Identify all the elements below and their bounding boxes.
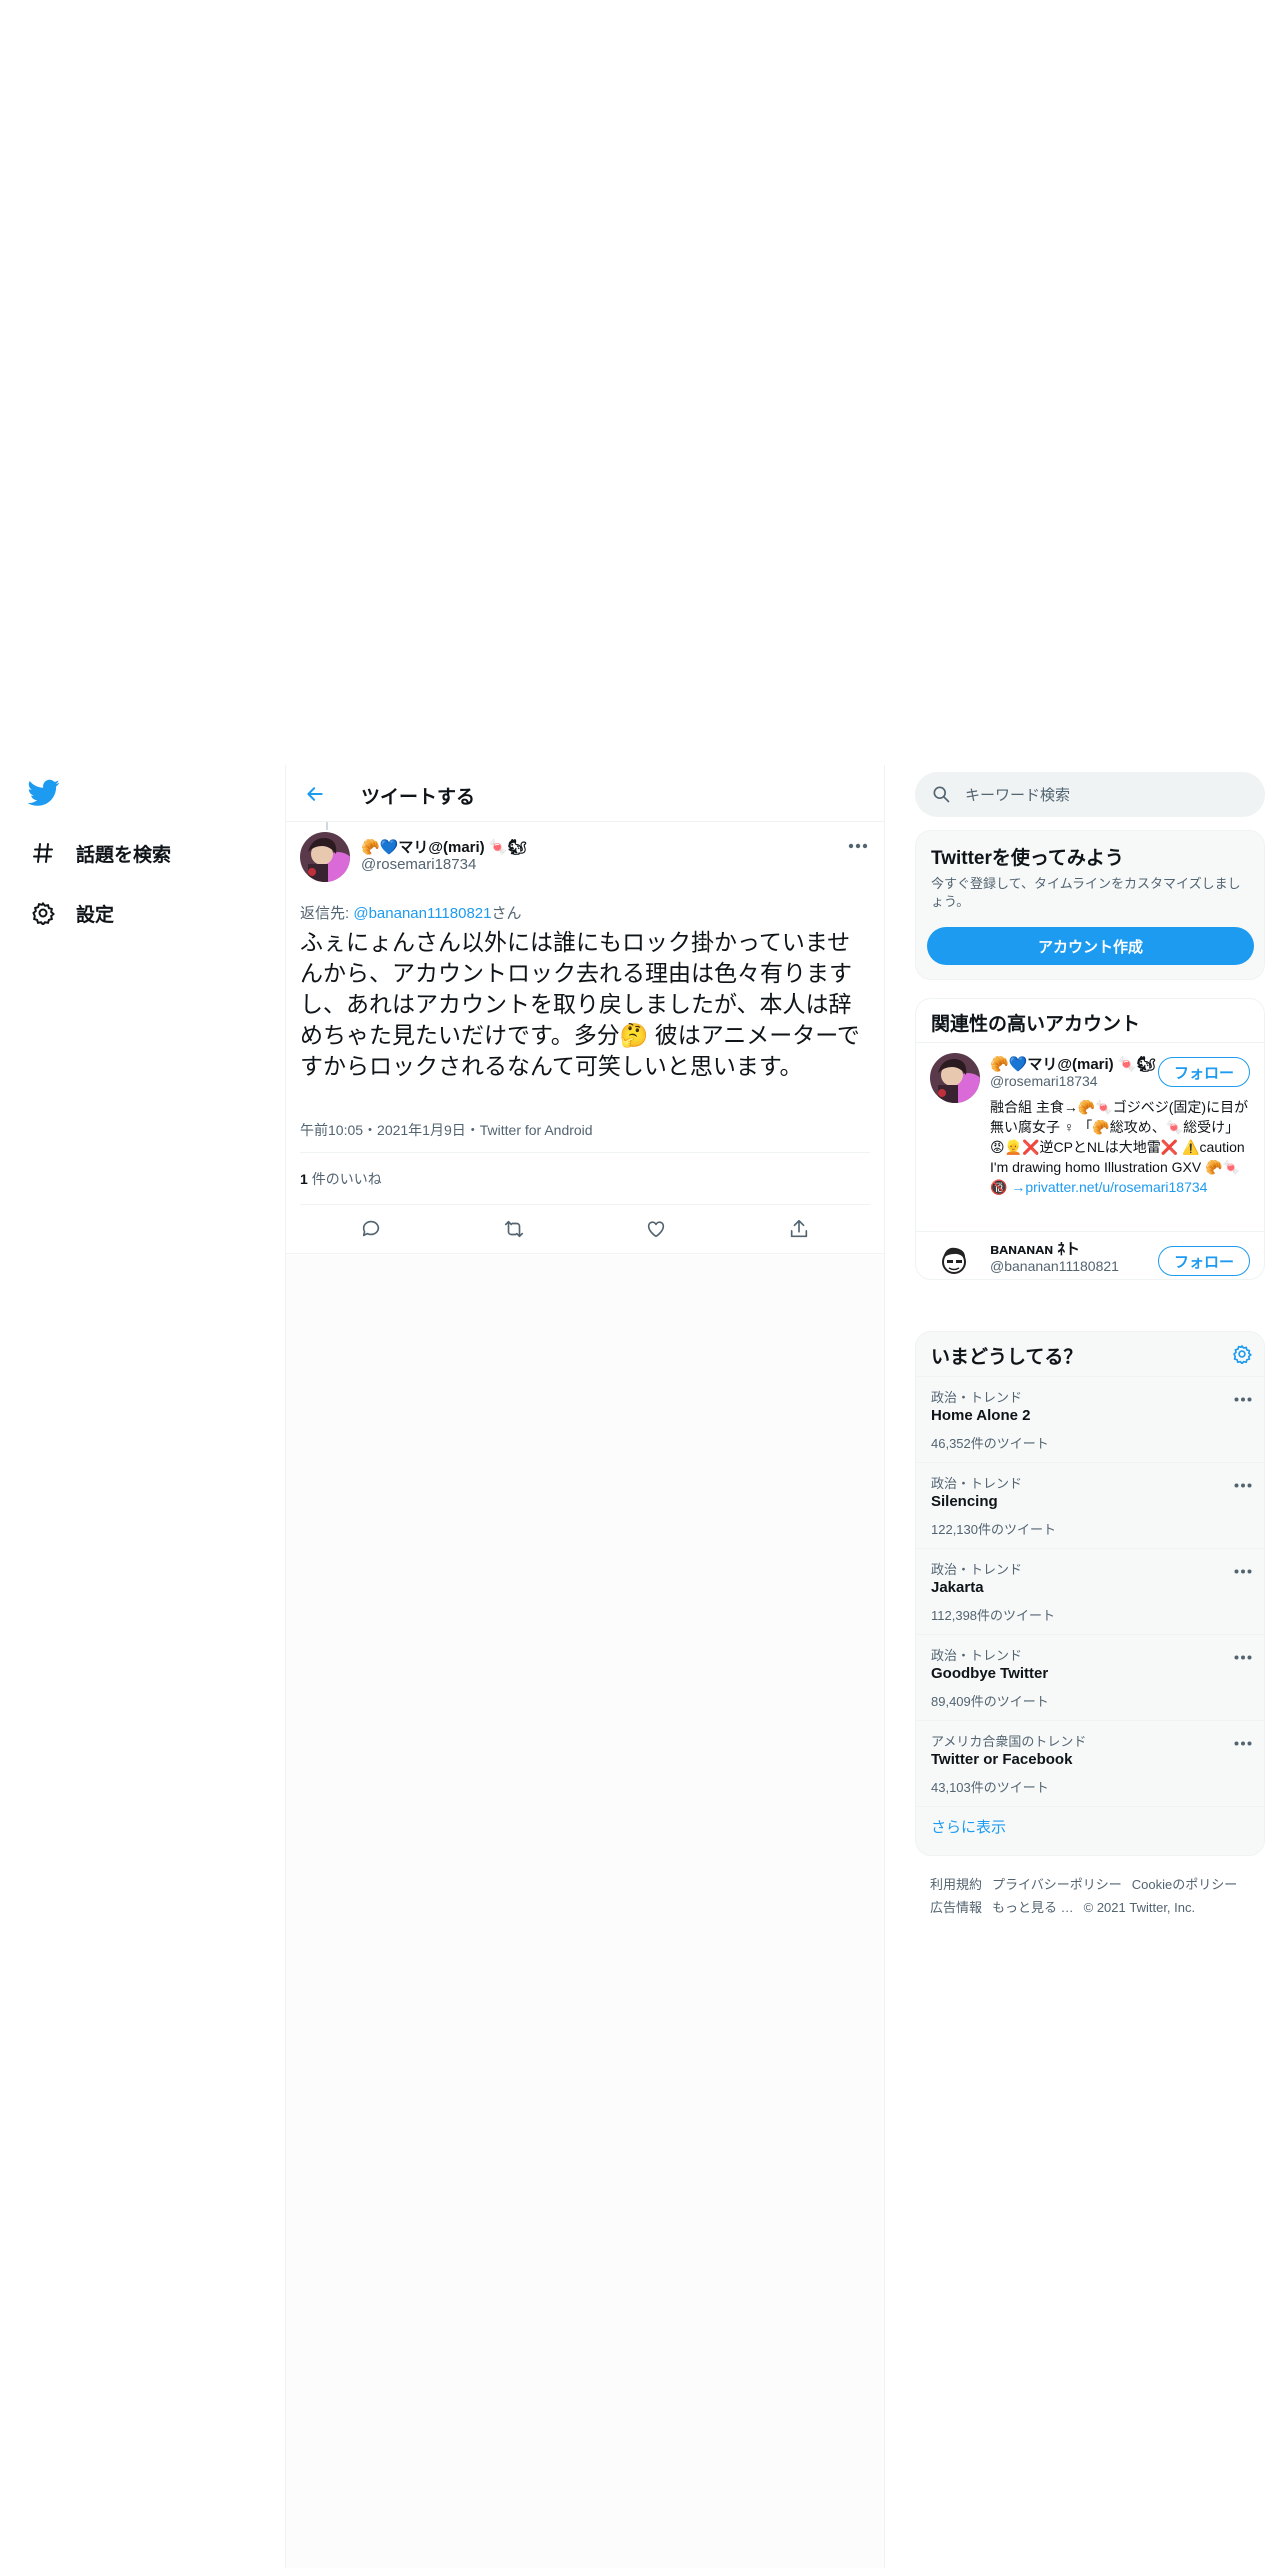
signup-title: Twitterを使ってみよう bbox=[931, 848, 1124, 869]
author-handle[interactable]: @rosemari18734 bbox=[361, 856, 476, 873]
trend-count: 43,103件のツイート bbox=[931, 1780, 1049, 1795]
search-input[interactable] bbox=[965, 782, 1245, 808]
avatar[interactable] bbox=[930, 1053, 980, 1103]
reply-context: 返信先: @bananan11180821さん bbox=[300, 902, 522, 923]
nav-settings-label: 設定 bbox=[76, 904, 115, 926]
trends-card: いまどうしてる？ 政治・トレンド Home Alone 2 46,352件のツイ… bbox=[915, 1331, 1265, 1856]
account-item[interactable]: 🥐💙マリ@(mari) 🍬🐿 @rosemari18734 フォロー 融合組 主… bbox=[916, 1043, 1264, 1231]
signup-description: 今すぐ登録して、タイムラインをカスタマイズしましょう。 bbox=[931, 876, 1241, 909]
footer-copyright: © 2021 Twitter, Inc. bbox=[1083, 1900, 1196, 1915]
trend-name: Jakarta bbox=[931, 1579, 984, 1596]
account-item[interactable]: ʙᴀɴᴀɴᴀɴ ﾈト @bananan11180821 □□ フォロー bbox=[916, 1231, 1264, 1279]
search-icon bbox=[931, 784, 951, 809]
back-arrow-icon[interactable] bbox=[300, 779, 330, 809]
share-icon[interactable] bbox=[779, 1209, 819, 1249]
hashtag-icon bbox=[28, 838, 58, 868]
related-title: 関連性の高いアカウント bbox=[931, 1014, 1141, 1035]
trend-item[interactable]: 政治・トレンド Silencing 122,130件のツイート bbox=[916, 1463, 1264, 1549]
trend-name: Silencing bbox=[931, 1493, 998, 1510]
account-name[interactable]: 🥐💙マリ@(mari) 🍬🐿 bbox=[990, 1053, 1156, 1074]
account-bio: □□ bbox=[990, 1276, 1252, 1279]
trend-name: Twitter or Facebook bbox=[931, 1751, 1073, 1768]
account-bio: 融合組 主食→🥐🍬ゴジベジ(固定)に目が無い腐女子 ♀ 「🥐総攻め、🍬総受け」😡… bbox=[990, 1097, 1252, 1197]
account-handle[interactable]: @bananan11180821 bbox=[990, 1258, 1119, 1274]
signup-card: Twitterを使ってみよう 今すぐ登録して、タイムラインをカスタマイズしましょ… bbox=[915, 830, 1265, 980]
account-name[interactable]: ʙᴀɴᴀɴᴀɴ ﾈト bbox=[990, 1238, 1080, 1259]
create-account-button[interactable]: アカウント作成 bbox=[927, 927, 1254, 965]
footer-link-terms[interactable]: 利用規約 bbox=[930, 1877, 982, 1892]
main-column: ツイートする 🥐💙マリ@(mari) 🍬🐿 @rosemari18734 返信先… bbox=[285, 765, 885, 2568]
show-more-link[interactable]: さらに表示 bbox=[931, 1816, 1006, 1837]
trend-context: 政治・トレンド bbox=[931, 1476, 1023, 1491]
likes-stat[interactable]: 1 件のいいね bbox=[300, 1169, 382, 1189]
more-options-icon[interactable] bbox=[846, 836, 870, 856]
twitter-logo-icon[interactable] bbox=[27, 779, 62, 809]
trend-context: 政治・トレンド bbox=[931, 1648, 1023, 1663]
author-name[interactable]: 🥐💙マリ@(mari) 🍬🐿 bbox=[361, 836, 527, 857]
reply-mention-link[interactable]: @bananan11180821 bbox=[353, 905, 491, 922]
tweet-text: ふぇにょんさん以外には誰にもロック掛かっていませんから、アカウントロック去れる理… bbox=[300, 929, 860, 1079]
nav-explore-label: 話題を検索 bbox=[76, 844, 172, 866]
trend-item[interactable]: 政治・トレンド Goodbye Twitter 89,409件のツイート bbox=[916, 1635, 1264, 1721]
main-header: ツイートする bbox=[286, 765, 884, 822]
reply-suffix: さん bbox=[491, 905, 522, 922]
trend-name: Goodbye Twitter bbox=[931, 1665, 1049, 1682]
bio-link[interactable]: →privatter.net/u/rosemari18734 bbox=[1011, 1179, 1207, 1195]
trend-context: 政治・トレンド bbox=[931, 1562, 1023, 1577]
trend-name: Home Alone 2 bbox=[931, 1407, 1031, 1424]
likes-count: 1 bbox=[300, 1171, 308, 1187]
more-options-icon[interactable] bbox=[1234, 1389, 1252, 1407]
retweet-icon[interactable] bbox=[494, 1209, 534, 1249]
follow-button[interactable]: フォロー bbox=[1158, 1246, 1250, 1276]
divider bbox=[300, 1152, 870, 1153]
reply-prefix: 返信先: bbox=[300, 905, 350, 922]
footer-link-privacy[interactable]: プライバシーポリシー bbox=[992, 1877, 1122, 1892]
trend-count: 112,398件のツイート bbox=[931, 1608, 1056, 1623]
reply-icon[interactable] bbox=[351, 1209, 391, 1249]
more-options-icon[interactable] bbox=[1234, 1475, 1252, 1493]
nav-settings[interactable]: 設定 bbox=[28, 893, 114, 933]
footer-link-more[interactable]: もっと見る … bbox=[992, 1900, 1074, 1915]
gear-icon bbox=[28, 898, 58, 928]
footer-link-ads[interactable]: 広告情報 bbox=[930, 1900, 982, 1915]
trend-context: アメリカ合衆国のトレンド bbox=[931, 1734, 1087, 1749]
likes-label: 件のいいね bbox=[311, 1171, 382, 1187]
trend-count: 46,352件のツイート bbox=[931, 1436, 1049, 1451]
footer: 利用規約 プライバシーポリシー Cookieのポリシー 広告情報 もっと見る … © 2… bbox=[930, 1873, 1260, 1919]
trend-context: 政治・トレンド bbox=[931, 1390, 1023, 1405]
trends-title: いまどうしてる？ bbox=[931, 1347, 1083, 1368]
account-handle[interactable]: @rosemari18734 bbox=[990, 1073, 1098, 1089]
trend-item[interactable]: 政治・トレンド Jakarta 112,398件のツイート bbox=[916, 1549, 1264, 1635]
trend-count: 122,130件のツイート bbox=[931, 1522, 1056, 1537]
tweet-timestamp[interactable]: 午前10:05・2021年1月9日・Twitter for Android bbox=[300, 1120, 593, 1140]
avatar[interactable] bbox=[934, 1240, 974, 1279]
related-accounts-card: 関連性の高いアカウント 🥐💙マリ@(mari) 🍬🐿 @rosemari1873… bbox=[915, 998, 1265, 1280]
trend-count: 89,409件のツイート bbox=[931, 1694, 1049, 1709]
tweet-actions bbox=[300, 1205, 870, 1253]
trend-item[interactable]: アメリカ合衆国のトレンド Twitter or Facebook 43,103件… bbox=[916, 1721, 1264, 1807]
more-options-icon[interactable] bbox=[1234, 1561, 1252, 1579]
gear-icon[interactable] bbox=[1232, 1344, 1253, 1369]
main-empty-area bbox=[286, 1255, 884, 2568]
thread-connector bbox=[326, 822, 328, 830]
more-options-icon[interactable] bbox=[1234, 1733, 1252, 1751]
divider bbox=[286, 1253, 884, 1254]
trend-item[interactable]: 政治・トレンド Home Alone 2 46,352件のツイート bbox=[916, 1377, 1264, 1463]
nav-explore[interactable]: 話題を検索 bbox=[28, 833, 171, 873]
follow-button[interactable]: フォロー bbox=[1158, 1057, 1250, 1087]
footer-link-cookies[interactable]: Cookieのポリシー bbox=[1132, 1877, 1237, 1892]
more-options-icon[interactable] bbox=[1234, 1647, 1252, 1665]
search-box[interactable] bbox=[915, 772, 1265, 817]
like-icon[interactable] bbox=[636, 1209, 676, 1249]
avatar[interactable] bbox=[300, 832, 350, 882]
page-title: ツイートする bbox=[361, 787, 476, 808]
